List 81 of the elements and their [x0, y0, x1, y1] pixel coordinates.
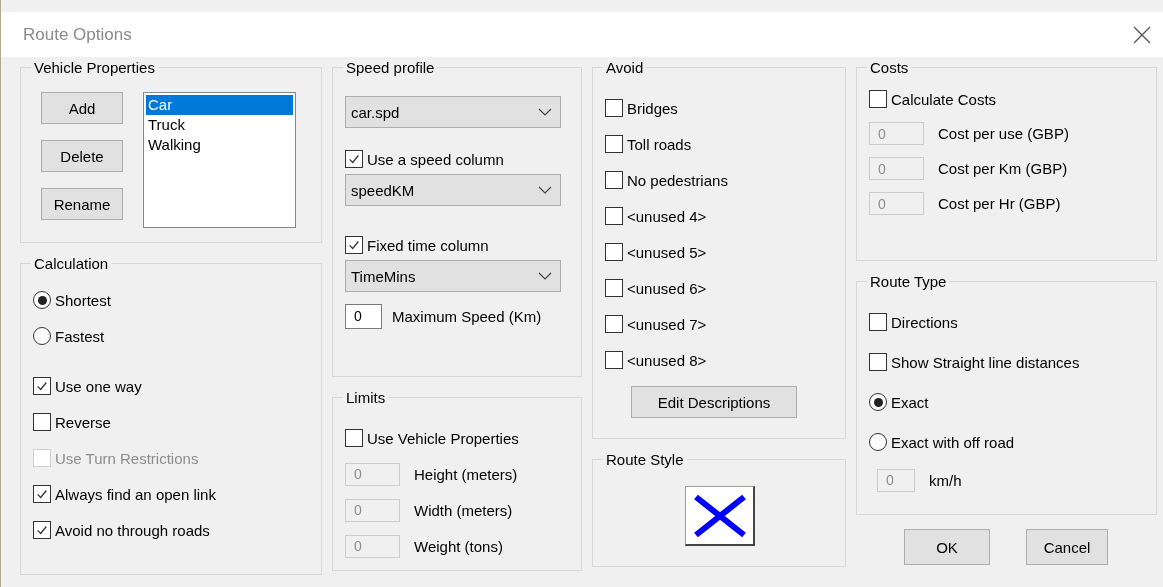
checkbox[interactable] — [605, 351, 623, 369]
checkbox[interactable] — [33, 377, 51, 395]
field-label: Cost per Hr (GBP) — [938, 195, 1061, 212]
checkbox-label: Show Straight line distances — [891, 353, 1080, 371]
checkbox-label: <unused 5> — [627, 243, 707, 261]
input-field[interactable]: 0 — [345, 303, 382, 329]
cross-icon — [691, 493, 748, 538]
list-item[interactable]: Truck — [146, 115, 293, 135]
list-item[interactable]: Walking — [146, 135, 293, 155]
radio-button[interactable] — [33, 327, 51, 345]
checkbox-label: <unused 8> — [627, 351, 707, 369]
checkbox[interactable] — [605, 171, 623, 189]
group-title: Route Type — [869, 273, 948, 290]
speed-column-dropdown[interactable]: speedKM — [345, 174, 561, 206]
group-title: Route Style — [605, 451, 685, 468]
chevron-down-icon — [538, 186, 552, 194]
checkbox-label: No pedestrians — [627, 171, 728, 189]
field-label: Maximum Speed (Km) — [392, 307, 542, 325]
edit-descriptions-button[interactable]: Edit Descriptions — [631, 386, 797, 418]
checkbox-label: Reverse — [55, 413, 111, 431]
checkbox-label: Fixed time column — [367, 236, 489, 254]
time-column-dropdown[interactable]: TimeMins — [345, 260, 561, 292]
checkbox[interactable] — [33, 485, 51, 503]
radio-label: Exact — [891, 393, 929, 411]
field-label: Width (meters) — [414, 501, 513, 519]
radio-button[interactable] — [869, 433, 887, 451]
field-label: Cost per Km (GBP) — [938, 160, 1068, 177]
checkbox[interactable] — [605, 99, 623, 117]
checkbox-label: Calculate Costs — [891, 90, 997, 108]
field-label: Weight (tons) — [414, 537, 503, 555]
radio-button[interactable] — [869, 393, 887, 411]
checkbox-label: Bridges — [627, 99, 678, 117]
checkbox[interactable] — [345, 236, 363, 254]
field-label: Cost per use (GBP) — [938, 125, 1069, 142]
group-title: Avoid — [605, 59, 645, 76]
window-title: Route Options — [23, 24, 132, 45]
checkbox-label: Use Vehicle Properties — [367, 429, 519, 447]
group-title: Costs — [869, 59, 910, 76]
checkbox[interactable] — [33, 413, 51, 431]
field-label: km/h — [929, 471, 962, 489]
dialog-button[interactable]: Rename — [41, 188, 123, 220]
radio-button[interactable] — [33, 291, 51, 309]
dialog-button[interactable]: Add — [41, 92, 123, 124]
radio-label: Exact with off road — [891, 433, 1015, 451]
radio-label: Fastest — [55, 327, 105, 345]
dialog-button[interactable]: OK — [904, 529, 990, 565]
checkbox-label: <unused 7> — [627, 315, 707, 333]
checkbox[interactable] — [869, 90, 887, 108]
checkbox-label: Directions — [891, 313, 958, 331]
dialog-button[interactable]: Delete — [41, 140, 123, 172]
checkbox[interactable] — [33, 521, 51, 539]
checkbox-label: Use a speed column — [367, 150, 504, 168]
dialog-button[interactable]: Cancel — [1026, 529, 1108, 565]
checkbox[interactable] — [605, 135, 623, 153]
checkbox-label: Use one way — [55, 377, 142, 395]
checkbox-label: <unused 4> — [627, 207, 707, 225]
checkbox-label: Avoid no through roads — [55, 521, 210, 539]
checkbox[interactable] — [605, 243, 623, 261]
chevron-down-icon — [538, 108, 552, 116]
checkbox[interactable] — [605, 315, 623, 333]
field-label: Height (meters) — [414, 465, 518, 483]
checkbox-label: Always find an open link — [55, 485, 216, 503]
group-title: Calculation — [33, 255, 110, 272]
close-icon[interactable] — [1133, 25, 1151, 44]
group-title: Vehicle Properties — [33, 59, 156, 76]
radio-label: Shortest — [55, 291, 111, 309]
list-item[interactable]: Car — [146, 95, 293, 115]
checkbox[interactable] — [869, 353, 887, 371]
checkbox[interactable] — [345, 429, 363, 447]
checkbox-label: <unused 6> — [627, 279, 707, 297]
checkbox[interactable] — [869, 313, 887, 331]
checkbox[interactable] — [605, 207, 623, 225]
chevron-down-icon — [538, 272, 552, 280]
checkbox[interactable] — [345, 150, 363, 168]
checkbox-label: Use Turn Restrictions — [55, 449, 199, 467]
checkbox[interactable] — [605, 279, 623, 297]
route-style-button[interactable] — [685, 486, 755, 546]
checkbox-label: Toll roads — [627, 135, 692, 153]
group-title: Speed profile — [345, 59, 436, 76]
profile-dropdown[interactable]: car.spd — [345, 96, 561, 128]
group-title: Limits — [345, 389, 387, 406]
